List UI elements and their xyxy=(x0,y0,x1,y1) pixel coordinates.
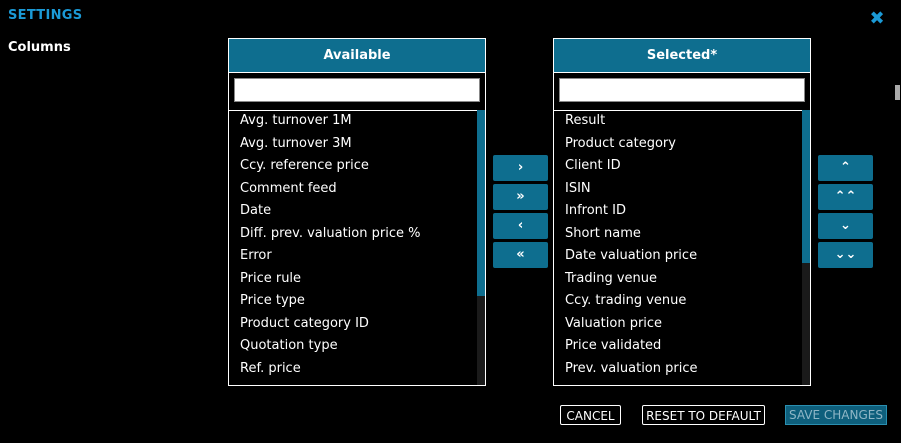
remove-column-button[interactable]: ‹ xyxy=(493,213,548,239)
selected-columns-panel: Selected* Result Product category Client I… xyxy=(553,38,811,386)
add-all-columns-button[interactable]: » xyxy=(493,184,548,210)
selected-scroll-thumb[interactable] xyxy=(802,110,810,263)
list-item[interactable]: Ccy. reference price xyxy=(229,155,485,178)
available-filter-wrap xyxy=(229,73,485,111)
selected-filter-input[interactable] xyxy=(559,78,805,102)
available-scrollbar[interactable] xyxy=(477,110,485,385)
available-filter-input[interactable] xyxy=(234,78,480,102)
list-item[interactable]: Comment feed xyxy=(229,178,485,201)
move-up-button[interactable]: ⌃ xyxy=(818,155,873,181)
selected-header: Selected* xyxy=(554,39,810,73)
list-item[interactable]: Ref. price xyxy=(229,358,485,381)
list-item[interactable]: Valuation price xyxy=(554,313,810,336)
available-list: Avg. turnover 1M Avg. turnover 3M Ccy. ref… xyxy=(229,110,485,385)
list-item[interactable]: Diff. prev. valuation price % xyxy=(229,223,485,246)
available-scroll-thumb[interactable] xyxy=(477,110,485,296)
list-item[interactable]: Infront ID xyxy=(554,200,810,223)
list-item[interactable]: Error xyxy=(229,245,485,268)
columns-label: Columns xyxy=(8,40,71,55)
list-item[interactable]: Avg. turnover 3M xyxy=(229,133,485,156)
save-changes-button[interactable]: SAVE CHANGES xyxy=(785,405,887,425)
list-item[interactable]: Result xyxy=(554,110,810,133)
list-item[interactable]: Short name xyxy=(554,223,810,246)
list-item[interactable]: ISIN xyxy=(554,178,810,201)
selected-scrollbar[interactable] xyxy=(802,110,810,385)
selected-filter-wrap xyxy=(554,73,810,111)
add-column-button[interactable]: › xyxy=(493,155,548,181)
move-down-button[interactable]: ⌄ xyxy=(818,213,873,239)
page-scrollbar[interactable] xyxy=(895,85,900,100)
list-item[interactable]: Date xyxy=(229,200,485,223)
list-item[interactable]: Product category ID xyxy=(229,313,485,336)
list-item[interactable]: Trading venue xyxy=(554,268,810,291)
cancel-button[interactable]: CANCEL xyxy=(560,405,621,425)
list-item[interactable]: Price type xyxy=(229,290,485,313)
remove-all-columns-button[interactable]: « xyxy=(493,242,548,268)
selected-list: Result Product category Client ID ISIN Infro… xyxy=(554,110,810,385)
list-item[interactable]: Prev. valuation price xyxy=(554,358,810,381)
available-header: Available xyxy=(229,39,485,73)
move-to-bottom-button[interactable]: ⌄⌄ xyxy=(818,242,873,268)
move-to-top-button[interactable]: ⌃⌃ xyxy=(818,184,873,210)
close-icon[interactable]: ✖ xyxy=(867,9,887,29)
reset-to-default-button[interactable]: RESET TO DEFAULT xyxy=(642,405,765,425)
list-item[interactable]: Client ID xyxy=(554,155,810,178)
list-item[interactable]: Avg. turnover 1M xyxy=(229,110,485,133)
list-item[interactable]: Product category xyxy=(554,133,810,156)
available-columns-panel: Available Avg. turnover 1M Avg. turnover … xyxy=(228,38,486,386)
list-item[interactable]: Ccy. trading venue xyxy=(554,290,810,313)
list-item[interactable]: Price validated xyxy=(554,335,810,358)
list-item[interactable]: Date valuation price xyxy=(554,245,810,268)
list-item[interactable]: Price rule xyxy=(229,268,485,291)
dialog-title: SETTINGS xyxy=(8,8,83,23)
list-item[interactable]: Quotation type xyxy=(229,335,485,358)
